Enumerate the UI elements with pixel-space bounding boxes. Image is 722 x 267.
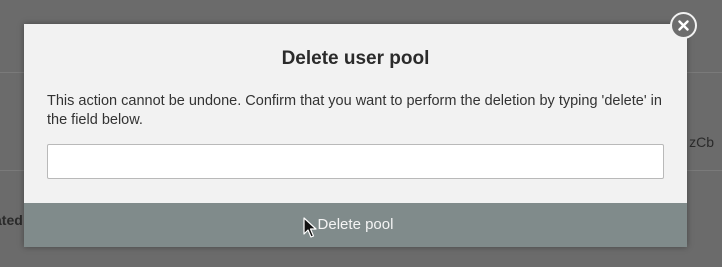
delete-user-pool-dialog: Delete user pool This action cannot be u…	[24, 24, 687, 247]
mouse-pointer-icon	[303, 217, 317, 238]
close-dialog-button[interactable]	[670, 12, 697, 39]
dialog-message: This action cannot be undone. Confirm th…	[47, 93, 662, 128]
dialog-title: Delete user pool	[281, 48, 430, 69]
delete-confirmation-input[interactable]	[47, 144, 664, 179]
close-icon	[678, 20, 689, 31]
delete-pool-button[interactable]: Delete pool	[24, 203, 687, 247]
background-text-fragment: ated	[0, 212, 23, 228]
background-text-fragment: zCb	[689, 134, 714, 150]
